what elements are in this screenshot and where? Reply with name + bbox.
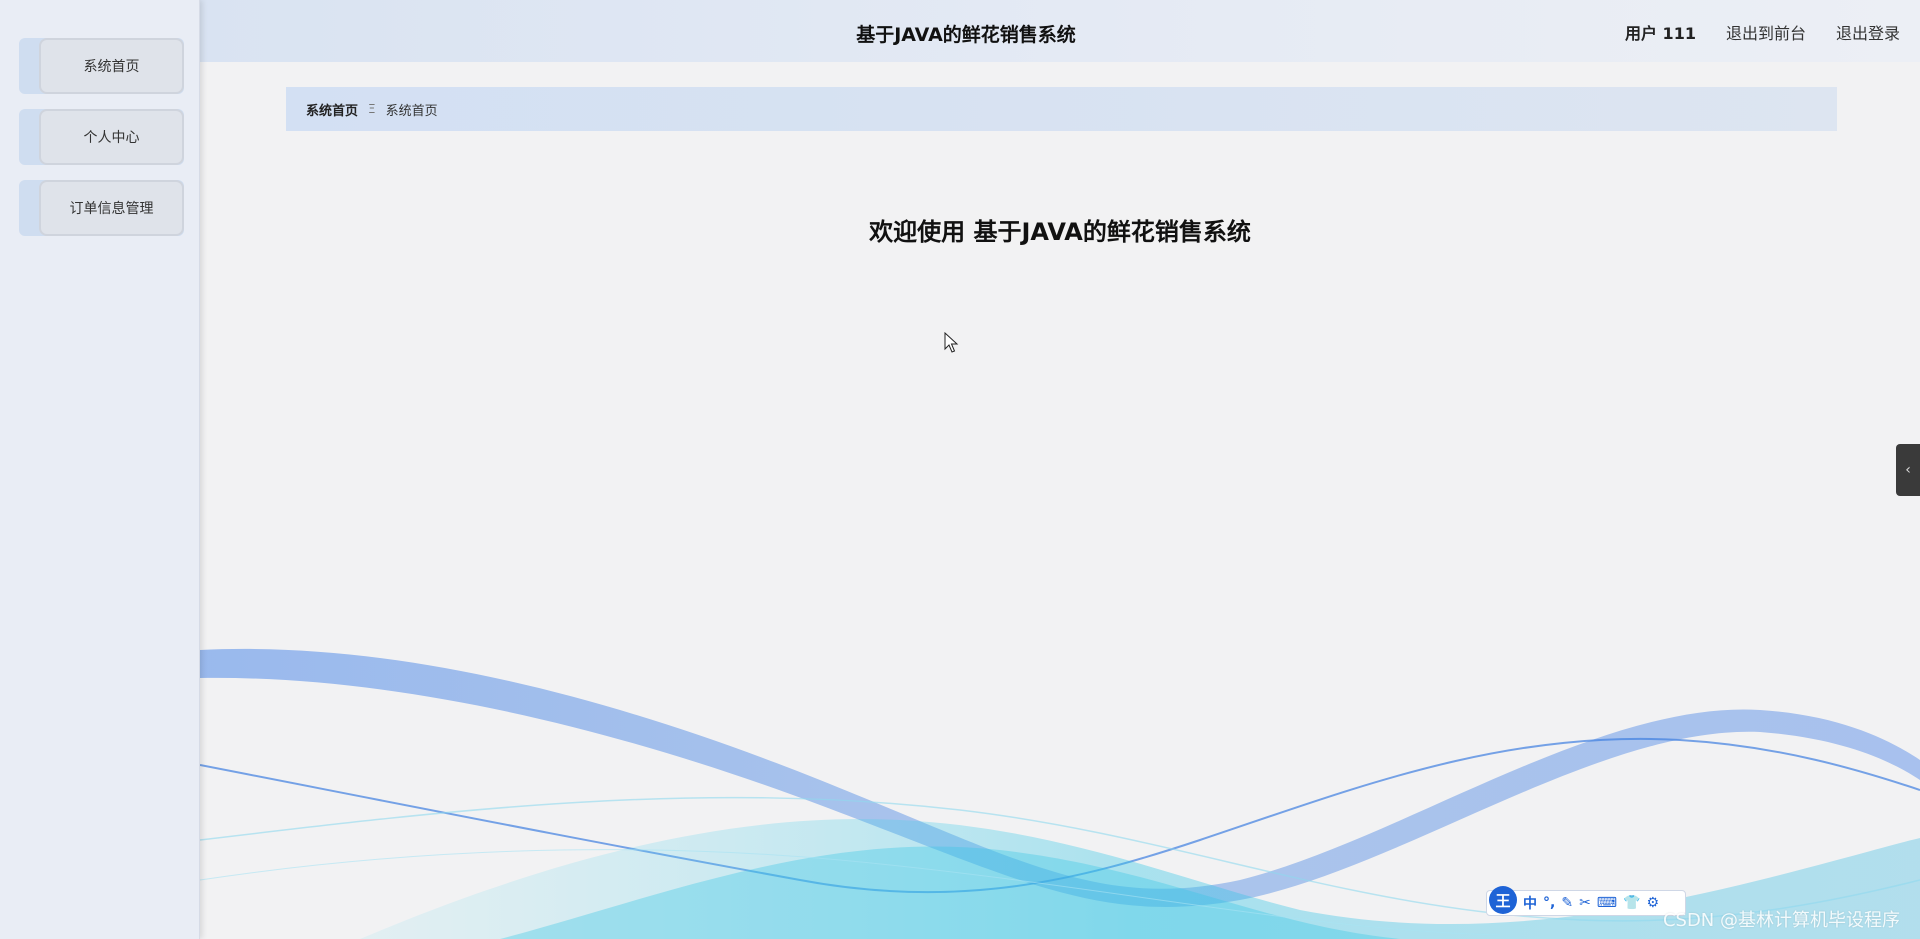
app-title: 基于JAVA的鲜花销售系统 [856,24,1076,46]
welcome-heading: 欢迎使用 基于JAVA的鲜花销售系统 [869,218,1251,246]
back-to-front-link[interactable]: 退出到前台 [1726,20,1806,44]
ime-skin-icon[interactable]: 👕 [1623,895,1640,911]
sidebar-item-label: 订单信息管理 [39,180,184,236]
ime-keyboard-icon[interactable]: ⌨ [1597,895,1617,911]
current-user-label: 用户 111 [1624,24,1696,43]
mouse-cursor-icon [944,332,959,353]
sidebar: 系统首页 个人中心 订单信息管理 [0,0,200,939]
ime-logo-icon[interactable]: 王 [1489,886,1517,914]
sidebar-item-order-management[interactable]: 订单信息管理 [19,180,184,236]
ime-toolbar[interactable]: 王 中 °, ✎ ✂ ⌨ 👕 ⚙ [1486,886,1686,916]
ime-mode-toggle[interactable]: 中 [1523,893,1537,913]
sidebar-item-label: 系统首页 [39,38,184,94]
decorative-waves [200,648,1920,939]
collapse-chevron-left-icon[interactable]: ‹ [1896,444,1920,496]
ime-settings-icon[interactable]: ⚙ [1646,895,1659,911]
breadcrumb-separator-icon: Ξ [368,102,376,116]
breadcrumb: 系统首页 Ξ 系统首页 [286,87,1837,131]
sidebar-item-label: 个人中心 [39,109,184,165]
breadcrumb-item-home[interactable]: 系统首页 [306,100,358,119]
ime-scissors-icon[interactable]: ✂ [1579,895,1591,911]
ime-punctuation-icon[interactable]: °, [1543,895,1555,911]
app-window: 系统首页 个人中心 订单信息管理 基于JAVA的鲜花销售系统 用户 111 退出… [0,0,1920,939]
breadcrumb-item-current: 系统首页 [385,103,438,119]
sidebar-item-personal-center[interactable]: 个人中心 [19,109,184,165]
watermark: CSDN @基林计算机毕设程序 [1662,910,1900,931]
sidebar-item-home[interactable]: 系统首页 [19,38,184,94]
top-header: 基于JAVA的鲜花销售系统 用户 111 退出到前台 退出登录 [200,0,1920,62]
logout-link[interactable]: 退出登录 [1836,20,1900,44]
header-links: 用户 111 退出到前台 退出登录 [1625,20,1900,44]
ime-handwrite-icon[interactable]: ✎ [1561,895,1573,911]
